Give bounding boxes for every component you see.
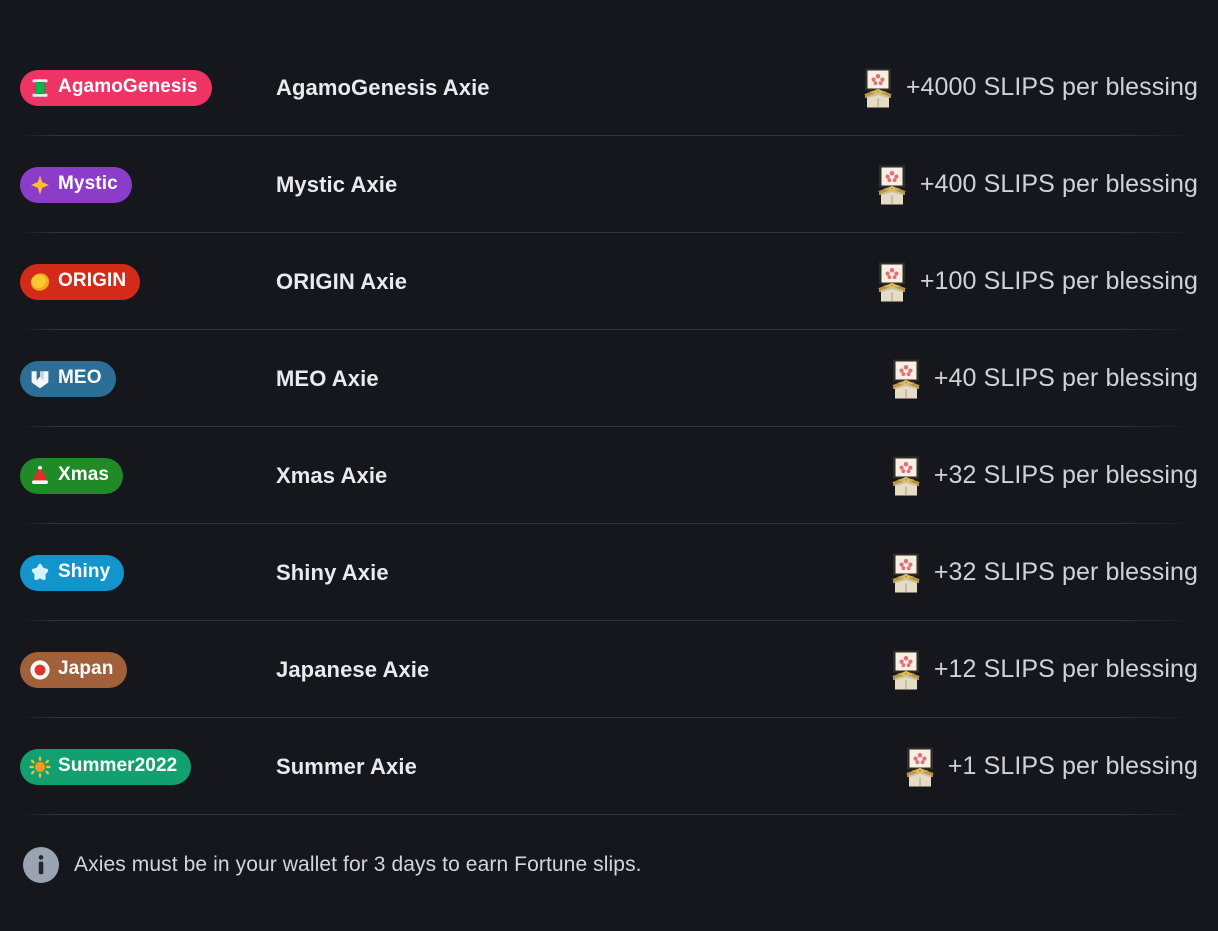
thread-spool-icon: [29, 77, 51, 99]
reward-text: +12 SLIPS per blessing: [933, 655, 1198, 683]
tier-badge-label: ORIGIN: [58, 270, 127, 291]
axie-name: Japanese Axie: [276, 656, 430, 682]
badge-cell: Summer2022: [20, 748, 276, 785]
tier-badge[interactable]: MEO: [20, 360, 116, 397]
badge-cell: Japan: [20, 651, 276, 688]
reward-text: +32 SLIPS per blessing: [933, 558, 1198, 586]
reward-text: +100 SLIPS per blessing: [919, 267, 1198, 295]
tier-badge-label: Mystic: [58, 173, 118, 194]
tier-badge[interactable]: Mystic: [20, 166, 132, 203]
reward-text: +4000 SLIPS per blessing: [905, 73, 1198, 101]
reward-cell: +100 SLIPS per blessing: [816, 261, 1198, 303]
tier-badge[interactable]: ORIGIN: [20, 263, 141, 300]
axie-name: ORIGIN Axie: [276, 268, 408, 294]
axie-name: Mystic Axie: [276, 171, 398, 197]
axie-name: MEO Axie: [276, 365, 379, 391]
badge-cell: Mystic: [20, 166, 276, 203]
tier-badge-label: Shiny: [58, 561, 111, 582]
fortune-slip-icon: [886, 552, 926, 594]
tier-badge[interactable]: Summer2022: [20, 748, 192, 785]
reward-cell: +4000 SLIPS per blessing: [816, 67, 1198, 109]
table-row: AgamoGenesis AgamoGenesis Axie +4000 SLIPS…: [20, 39, 1198, 136]
fortune-slip-icon: [886, 649, 926, 691]
axie-name: Xmas Axie: [276, 462, 388, 488]
star-icon: [29, 562, 51, 584]
fortune-slip-icon: [858, 67, 898, 109]
reward-group: +40 SLIPS per blessing: [886, 358, 1198, 400]
tier-badge[interactable]: Shiny: [20, 554, 125, 591]
japan-flag-icon: [29, 659, 51, 681]
fortune-slip-icon: [900, 746, 940, 788]
meo-m-logo-icon: [29, 368, 51, 390]
tier-badge-label: Summer2022: [58, 755, 178, 776]
axie-tier-list: AgamoGenesis AgamoGenesis Axie +4000 SLIPS…: [20, 0, 1198, 815]
reward-cell: +32 SLIPS per blessing: [816, 455, 1198, 497]
table-row: Shiny Shiny Axie +32 SLIPS per blessing: [20, 524, 1198, 621]
fortune-slip-icon: [872, 261, 912, 303]
table-row: Xmas Xmas Axie +32 SLIPS per blessing: [20, 427, 1198, 524]
axie-fortune-slips-panel: AgamoGenesis AgamoGenesis Axie +4000 SLIPS…: [0, 0, 1218, 931]
reward-text: +40 SLIPS per blessing: [933, 364, 1198, 392]
fortune-slip-icon: [886, 455, 926, 497]
reward-group: +4000 SLIPS per blessing: [858, 67, 1198, 109]
reward-group: +100 SLIPS per blessing: [872, 261, 1198, 303]
reward-group: +1 SLIPS per blessing: [900, 746, 1198, 788]
tier-badge-label: Xmas: [58, 464, 110, 485]
note-text: Axies must be in your wallet for 3 days …: [74, 853, 642, 876]
axie-name: Summer Axie: [276, 753, 417, 779]
badge-cell: Xmas: [20, 457, 276, 494]
reward-cell: +32 SLIPS per blessing: [816, 552, 1198, 594]
badge-cell: AgamoGenesis: [20, 69, 276, 106]
fortune-slip-icon: [872, 164, 912, 206]
reward-cell: +12 SLIPS per blessing: [816, 649, 1198, 691]
sun-icon: [29, 756, 51, 778]
reward-text: +400 SLIPS per blessing: [919, 170, 1198, 198]
reward-text: +32 SLIPS per blessing: [933, 461, 1198, 489]
tier-badge[interactable]: AgamoGenesis: [20, 69, 212, 106]
reward-group: +400 SLIPS per blessing: [872, 164, 1198, 206]
reward-group: +32 SLIPS per blessing: [886, 552, 1198, 594]
fortune-slip-icon: [886, 358, 926, 400]
tier-badge-label: MEO: [58, 367, 102, 388]
table-row: MEO MEO Axie +40 SLIPS per blessing: [20, 330, 1198, 427]
table-row: ORIGIN ORIGIN Axie +100 SLIPS per blessing: [20, 233, 1198, 330]
reward-group: +12 SLIPS per blessing: [886, 649, 1198, 691]
santa-hat-icon: [29, 465, 51, 487]
tier-badge[interactable]: Xmas: [20, 457, 124, 494]
tier-badge-label: AgamoGenesis: [58, 76, 198, 97]
reward-cell: +40 SLIPS per blessing: [816, 358, 1198, 400]
badge-cell: ORIGIN: [20, 263, 276, 300]
reward-group: +32 SLIPS per blessing: [886, 455, 1198, 497]
tier-badge-label: Japan: [58, 658, 114, 679]
gold-coin-icon: [29, 271, 51, 293]
info-icon: [22, 846, 60, 884]
badge-cell: MEO: [20, 360, 276, 397]
sparkle-icon: [29, 174, 51, 196]
table-row: Japan Japanese Axie +12 SLIPS per blessing: [20, 621, 1198, 718]
axie-name: AgamoGenesis Axie: [276, 74, 490, 100]
reward-text: +1 SLIPS per blessing: [947, 752, 1198, 780]
reward-cell: +400 SLIPS per blessing: [816, 164, 1198, 206]
table-row: Mystic Mystic Axie +400 SLIPS per blessing: [20, 136, 1198, 233]
tier-badge[interactable]: Japan: [20, 651, 128, 688]
wallet-requirement-note: Axies must be in your wallet for 3 days …: [20, 836, 1198, 894]
reward-cell: +1 SLIPS per blessing: [816, 746, 1198, 788]
badge-cell: Shiny: [20, 554, 276, 591]
table-row: Summer2022 Summer Axie +1 SLIPS per blessi…: [20, 718, 1198, 815]
axie-name: Shiny Axie: [276, 559, 389, 585]
